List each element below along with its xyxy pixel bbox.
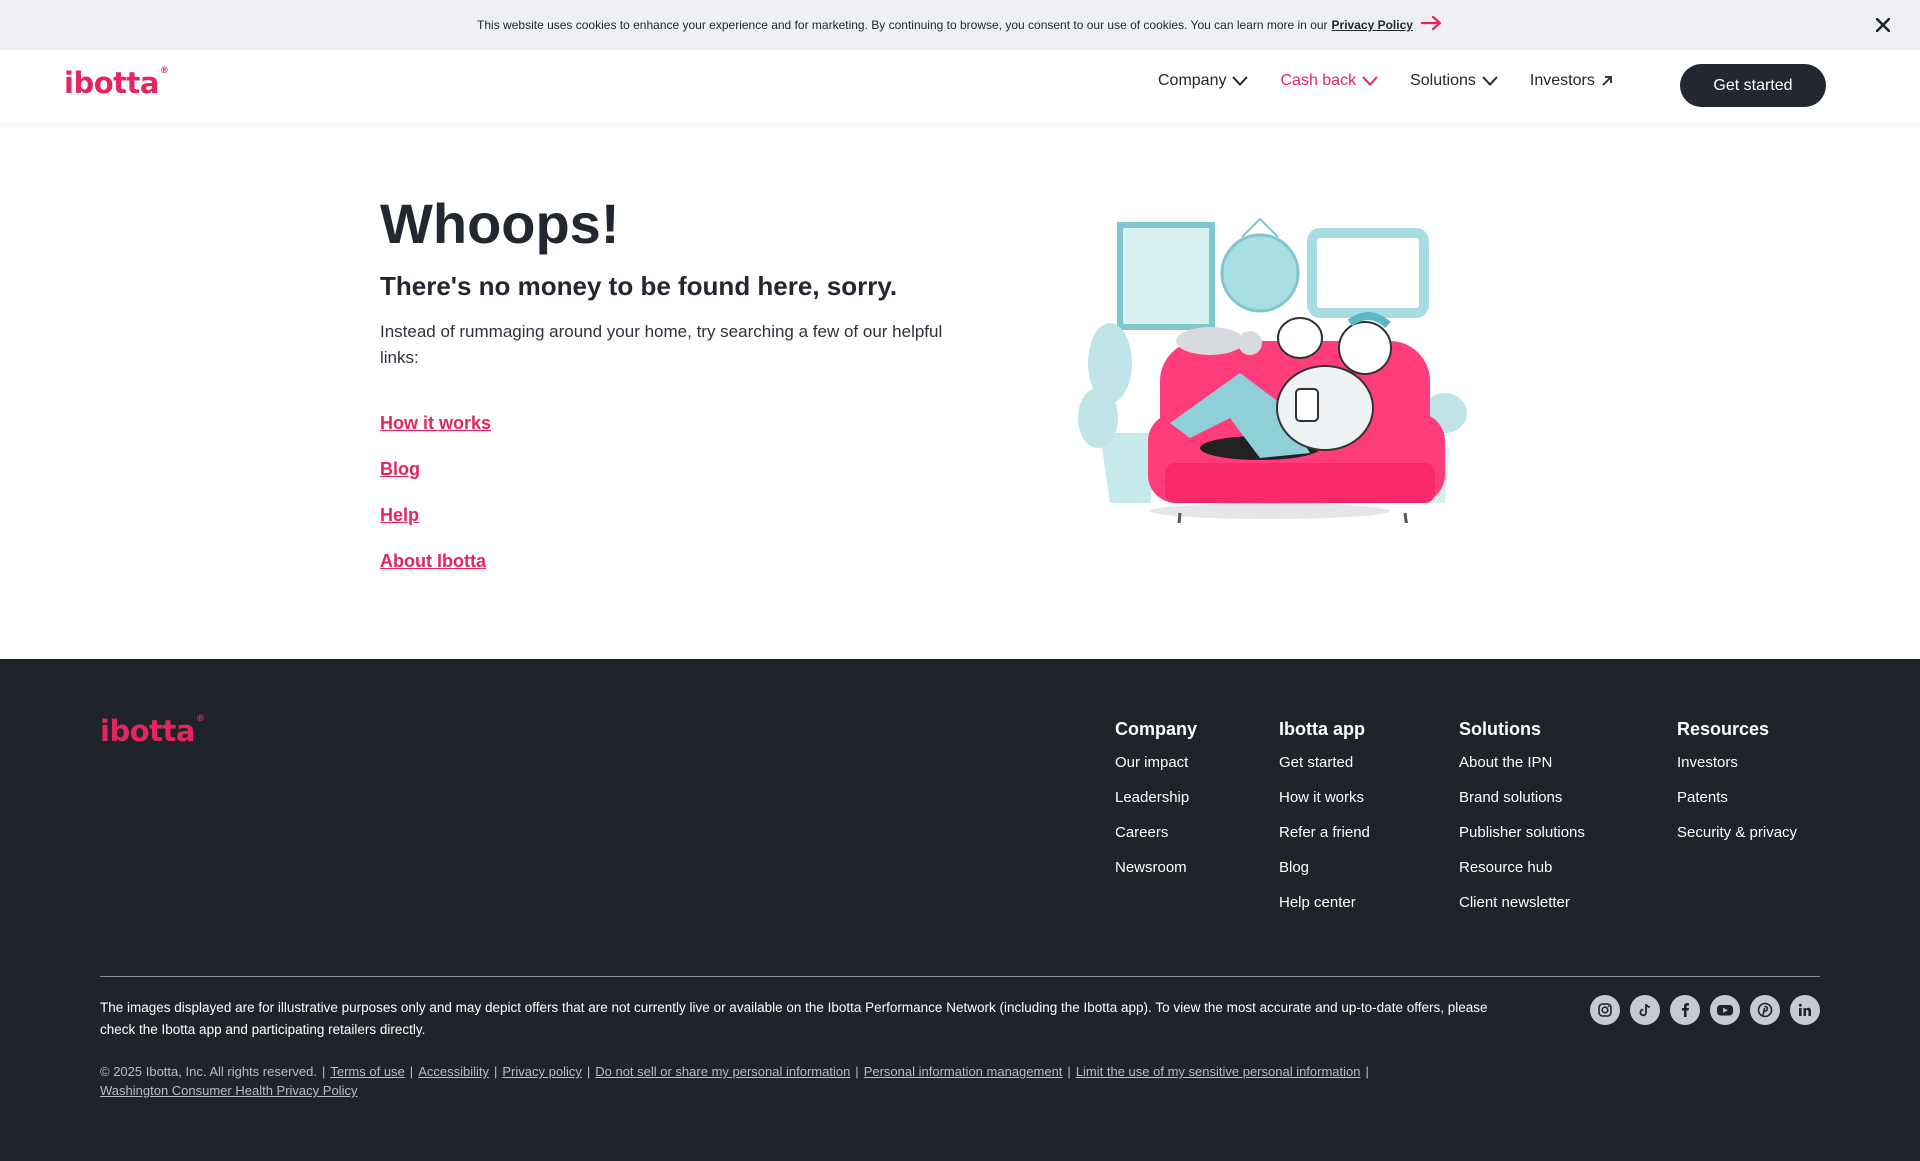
page-subtitle: There's no money to be found here, sorry… xyxy=(380,271,898,301)
footer-link[interactable]: Security & privacy xyxy=(1677,824,1797,859)
logo-text: ibotta xyxy=(100,714,195,748)
link-how-it-works[interactable]: How it works xyxy=(380,413,491,436)
footer-heading: Resources xyxy=(1677,719,1770,739)
linkedin-icon[interactable] xyxy=(1790,995,1820,1025)
get-started-button[interactable]: Get started xyxy=(1680,64,1826,107)
image-disclaimer: The images displayed are for illustrativ… xyxy=(100,1000,1488,1037)
legal-link[interactable]: Washington Consumer Health Privacy Polic… xyxy=(100,1083,357,1098)
logo-mark: ® xyxy=(195,714,205,724)
footer-link[interactable]: Client newsletter xyxy=(1459,894,1585,929)
footer-heading: Company xyxy=(1115,719,1198,739)
footer-col-resources: Resources Investors Patents Security & p… xyxy=(1677,719,1797,859)
legal-link[interactable]: Accessibility xyxy=(418,1064,489,1079)
couch-illustration xyxy=(1078,217,1467,523)
footer-link[interactable]: Our impact xyxy=(1115,754,1197,789)
legal-link[interactable]: Privacy policy xyxy=(502,1064,581,1079)
footer-heading: Solutions xyxy=(1459,719,1541,739)
cookie-text: This website uses cookies to enhance you… xyxy=(477,18,1328,32)
footer-link[interactable]: Investors xyxy=(1677,754,1797,789)
cookie-banner: This website uses cookies to enhance you… xyxy=(0,0,1920,50)
chevron-down-icon xyxy=(1482,76,1498,86)
footer-link[interactable]: Patents xyxy=(1677,789,1797,824)
legal-link[interactable]: Do not sell or share my personal informa… xyxy=(595,1064,850,1079)
nav-solutions-label: Solutions xyxy=(1410,72,1476,89)
footer-col-ibotta-app: Ibotta app Get started How it works Refe… xyxy=(1279,719,1370,929)
logo-mark: ® xyxy=(159,66,169,76)
footer-link[interactable]: About the IPN xyxy=(1459,754,1585,789)
site-header: ibotta® Company Cash back Solutions Inve… xyxy=(0,50,1920,123)
nav-investors-label: Investors xyxy=(1529,72,1595,89)
footer-col-company: Company Our impact Leadership Careers Ne… xyxy=(1115,719,1197,894)
logo-text: ibotta xyxy=(64,66,159,100)
footer-link[interactable]: Resource hub xyxy=(1459,859,1585,894)
ibotta-logo-footer[interactable]: ibotta® xyxy=(100,714,205,748)
tiktok-icon[interactable] xyxy=(1630,995,1660,1025)
nav-investors[interactable]: Investors xyxy=(1530,72,1613,90)
chevron-down-icon xyxy=(1232,76,1249,86)
nav-cash-back-label: Cash back xyxy=(1280,72,1357,89)
footer-link[interactable]: Get started xyxy=(1279,754,1370,789)
youtube-icon[interactable] xyxy=(1710,995,1740,1025)
footer-link[interactable]: Careers xyxy=(1115,824,1197,859)
link-blog[interactable]: Blog xyxy=(380,459,491,482)
footer-heading: Ibotta app xyxy=(1279,719,1365,739)
legal-row: © 2025 Ibotta, Inc. All rights reserved.… xyxy=(100,1064,1369,1098)
arrow-up-right-icon xyxy=(1602,76,1612,86)
arrow-right-icon[interactable] xyxy=(1420,15,1443,35)
page-description: Instead of rummaging around your home, t… xyxy=(380,322,943,367)
legal-link[interactable]: Terms of use xyxy=(330,1064,404,1079)
main-nav: Company Cash back Solutions Investors xyxy=(1158,72,1645,90)
page-title: Whoops! xyxy=(380,192,620,255)
footer-link[interactable]: How it works xyxy=(1279,789,1370,824)
close-icon[interactable] xyxy=(1870,12,1896,38)
footer-link[interactable]: Brand solutions xyxy=(1459,789,1585,824)
privacy-policy-link[interactable]: Privacy Policy xyxy=(1332,18,1413,32)
helpful-links: How it works Blog Help About Ibotta xyxy=(380,413,491,597)
link-help[interactable]: Help xyxy=(380,505,491,528)
instagram-icon[interactable] xyxy=(1590,995,1620,1025)
footer-link[interactable]: Help center xyxy=(1279,894,1370,929)
copyright: © 2025 Ibotta, Inc. All rights reserved. xyxy=(100,1064,317,1079)
nav-company[interactable]: Company xyxy=(1158,72,1249,90)
pinterest-icon[interactable] xyxy=(1750,995,1780,1025)
legal-link[interactable]: Personal information management xyxy=(864,1064,1063,1079)
footer-link[interactable]: Publisher solutions xyxy=(1459,824,1585,859)
footer-link[interactable]: Newsroom xyxy=(1115,859,1197,894)
facebook-icon[interactable] xyxy=(1670,995,1700,1025)
footer-link[interactable]: Leadership xyxy=(1115,789,1197,824)
chevron-down-icon xyxy=(1362,76,1378,86)
site-footer: ibotta® Company Our impact Leadership Ca… xyxy=(0,659,1920,1161)
error-page-content: Whoops! There's no money to be found her… xyxy=(0,123,1920,659)
footer-divider xyxy=(100,976,1820,977)
link-about-ibotta[interactable]: About Ibotta xyxy=(380,551,491,574)
nav-cash-back[interactable]: Cash back xyxy=(1280,72,1378,90)
footer-link[interactable]: Blog xyxy=(1279,859,1370,894)
ibotta-logo[interactable]: ibotta® xyxy=(64,66,169,100)
social-links xyxy=(1580,995,1820,1025)
nav-company-label: Company xyxy=(1158,72,1227,89)
legal-link[interactable]: Limit the use of my sensitive personal i… xyxy=(1076,1064,1361,1079)
nav-solutions[interactable]: Solutions xyxy=(1410,72,1498,90)
footer-col-solutions: Solutions About the IPN Brand solutions … xyxy=(1459,719,1585,929)
footer-link[interactable]: Refer a friend xyxy=(1279,824,1370,859)
